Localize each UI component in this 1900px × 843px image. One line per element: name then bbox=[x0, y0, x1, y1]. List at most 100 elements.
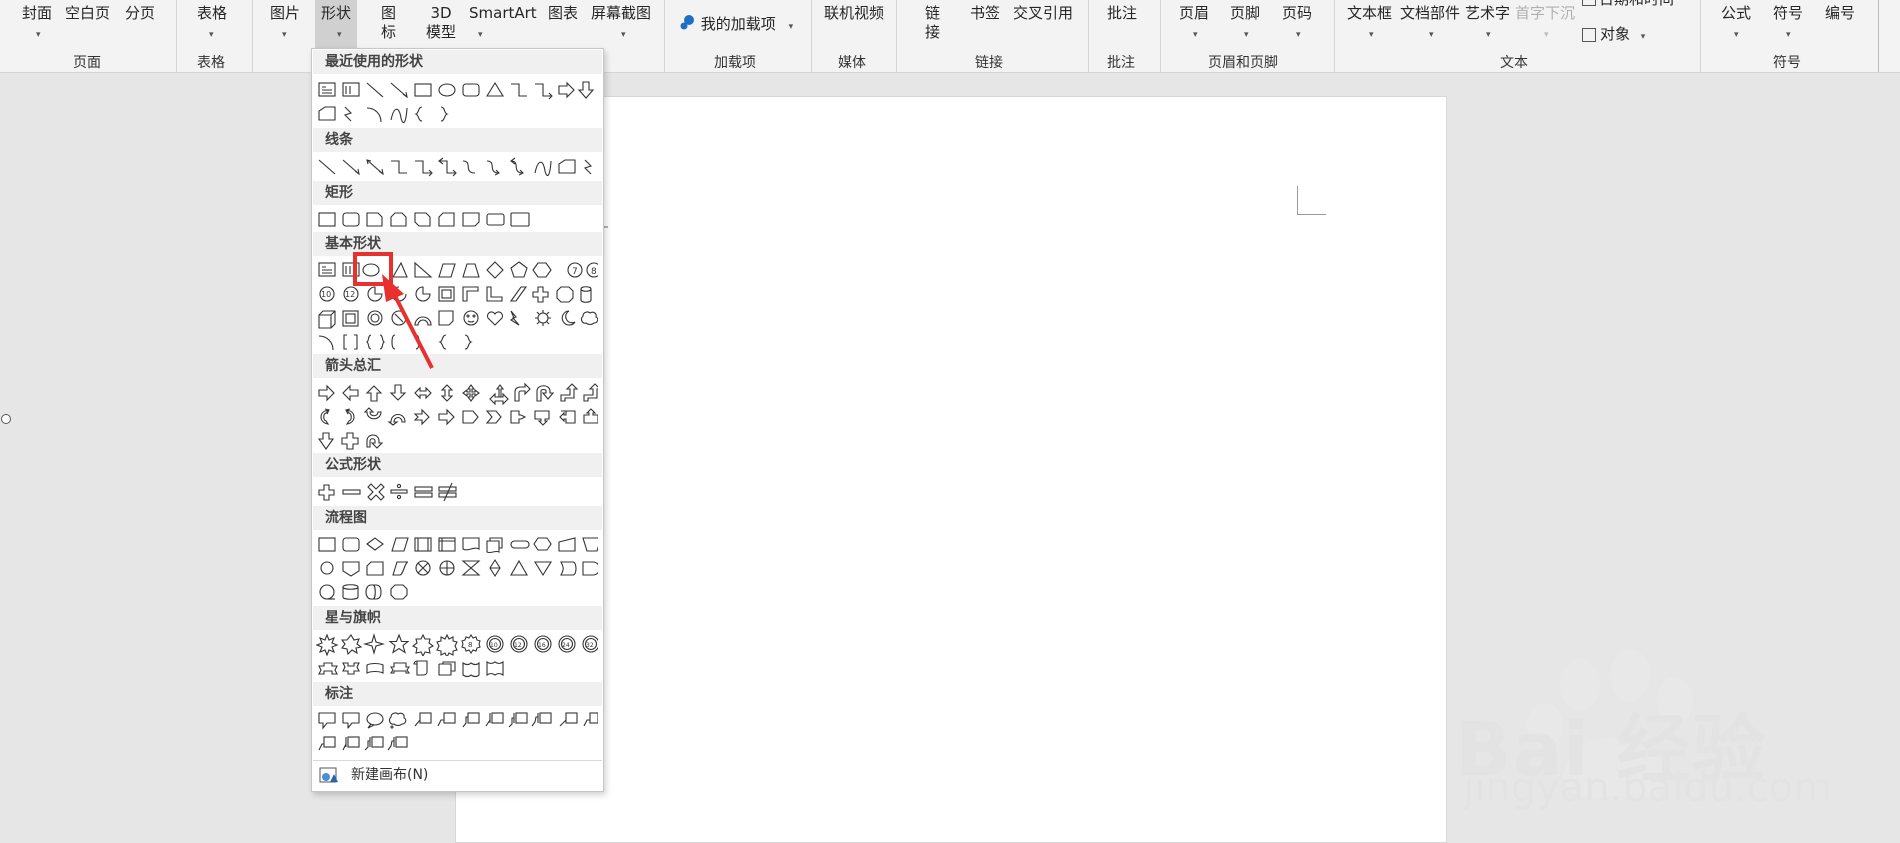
smartart-button[interactable]: SmartArt bbox=[469, 4, 537, 23]
bookmark-button[interactable]: 书签 bbox=[970, 4, 1000, 23]
chevron-down-icon[interactable]: ▾ bbox=[478, 30, 483, 40]
recent-shapes-row[interactable] bbox=[316, 102, 598, 126]
section-recent-shapes: 最近使用的形状 bbox=[313, 50, 602, 74]
chevron-down-icon[interactable]: ▾ bbox=[1244, 30, 1249, 40]
shapes-button[interactable]: 形状 bbox=[315, 0, 358, 50]
table-button[interactable]: 表格 bbox=[197, 4, 227, 23]
lines-row[interactable] bbox=[316, 155, 598, 179]
page-break-button[interactable]: 分页 bbox=[125, 4, 155, 23]
group-label-text: 文本 bbox=[1500, 55, 1528, 71]
section-stars-banners: 星与旗帜 bbox=[313, 606, 602, 630]
chevron-down-icon[interactable]: ▾ bbox=[36, 30, 41, 40]
equation-shapes-row[interactable] bbox=[316, 480, 598, 504]
svg-text:12: 12 bbox=[345, 290, 355, 299]
object-label: 对象 bbox=[1600, 25, 1631, 43]
shapes-button-label: 形状 bbox=[321, 4, 352, 22]
equation-button[interactable]: 公式 bbox=[1721, 4, 1751, 23]
block-arrows-row[interactable] bbox=[316, 381, 598, 405]
symbol-button[interactable]: 符号 bbox=[1773, 4, 1803, 23]
svg-text:8: 8 bbox=[468, 641, 472, 649]
svg-text:32: 32 bbox=[586, 642, 594, 649]
chevron-down-icon[interactable]: ▾ bbox=[1544, 30, 1549, 40]
drawing-canvas-icon bbox=[319, 767, 338, 783]
group-label-header-footer: 页眉和页脚 bbox=[1208, 55, 1278, 71]
new-drawing-canvas-button[interactable]: 新建画布(N) bbox=[313, 760, 602, 789]
object-button[interactable]: 对象 ▾ bbox=[1582, 25, 1645, 47]
shapes-dropdown-panel: 最近使用的形状 线条 矩形 基本形状 7 8 10 12 箭头总汇 公式形状 流… bbox=[311, 48, 604, 792]
chevron-down-icon[interactable]: ▾ bbox=[621, 30, 626, 40]
chevron-down-icon[interactable]: ▾ bbox=[282, 30, 287, 40]
comment-button[interactable]: 批注 bbox=[1107, 4, 1137, 23]
picture-button[interactable]: 图片 bbox=[270, 4, 300, 23]
addin-store-icon bbox=[680, 14, 696, 35]
wordart-button[interactable]: 艺术字 bbox=[1465, 4, 1510, 23]
numbering-button[interactable]: 编号 bbox=[1825, 4, 1855, 23]
icons-label-line2: 标 bbox=[381, 23, 397, 41]
link-button[interactable]: 链 接 bbox=[925, 4, 940, 42]
section-callouts: 标注 bbox=[313, 682, 602, 706]
svg-text:10: 10 bbox=[490, 642, 498, 649]
footer-button[interactable]: 页脚 bbox=[1230, 4, 1260, 23]
chevron-down-icon[interactable]: ▾ bbox=[1641, 32, 1646, 42]
chart-button[interactable]: 图表 bbox=[548, 4, 578, 23]
recent-shapes-row[interactable] bbox=[316, 78, 598, 102]
group-divider bbox=[1334, 0, 1335, 72]
quick-parts-button[interactable]: 文档部件 bbox=[1400, 4, 1460, 23]
svg-text:24: 24 bbox=[562, 642, 570, 649]
cover-page-button[interactable]: 封面 bbox=[22, 4, 52, 23]
group-label-tables: 表格 bbox=[197, 55, 225, 71]
callouts-row[interactable] bbox=[316, 708, 598, 732]
section-rectangles: 矩形 bbox=[313, 181, 602, 205]
group-divider bbox=[1700, 0, 1701, 72]
svg-text:16: 16 bbox=[538, 642, 546, 649]
chevron-down-icon[interactable]: ▾ bbox=[209, 30, 214, 40]
flowchart-row[interactable] bbox=[316, 532, 598, 556]
basic-shapes-row[interactable] bbox=[316, 306, 598, 330]
basic-shapes-row[interactable] bbox=[316, 330, 598, 354]
rectangles-row[interactable] bbox=[316, 207, 598, 231]
group-label-addins: 加载项 bbox=[714, 55, 756, 71]
section-lines: 线条 bbox=[313, 128, 602, 152]
svg-text:8: 8 bbox=[591, 267, 597, 277]
chevron-down-icon[interactable]: ▾ bbox=[1786, 30, 1791, 40]
3d-models-button[interactable]: 3D 模型 bbox=[426, 4, 456, 42]
stars-banners-row[interactable]: 8 10 12 16 24 32 bbox=[316, 632, 598, 656]
header-button[interactable]: 页眉 bbox=[1179, 4, 1209, 23]
icons-button[interactable]: 图 标 bbox=[381, 4, 396, 42]
chevron-down-icon[interactable]: ▾ bbox=[1296, 30, 1301, 40]
chevron-down-icon[interactable]: ▾ bbox=[1429, 30, 1434, 40]
page-number-button[interactable]: 页码 bbox=[1282, 4, 1312, 23]
group-label-links: 链接 bbox=[975, 55, 1003, 71]
online-video-button[interactable]: 联机视频 bbox=[824, 4, 884, 23]
date-time-button[interactable]: 日期和时间 bbox=[1582, 0, 1674, 9]
annotation-arrow-icon bbox=[382, 274, 434, 369]
chevron-down-icon[interactable]: ▾ bbox=[789, 22, 794, 32]
chevron-down-icon[interactable]: ▾ bbox=[1486, 30, 1491, 40]
text-box-button[interactable]: 文本框 bbox=[1347, 4, 1392, 23]
flowchart-row[interactable] bbox=[316, 580, 598, 604]
ruler-handle-icon[interactable] bbox=[1, 414, 11, 424]
link-label-line1: 链 bbox=[925, 4, 941, 22]
stars-banners-row[interactable] bbox=[316, 656, 598, 680]
group-label-media: 媒体 bbox=[838, 55, 866, 71]
my-addins-button[interactable]: 我的加载项 ▾ bbox=[680, 14, 793, 37]
date-time-label: 日期和时间 bbox=[1599, 0, 1674, 8]
block-arrows-row[interactable] bbox=[316, 405, 598, 429]
callouts-row[interactable] bbox=[316, 732, 598, 756]
3d-models-label-line2: 模型 bbox=[426, 23, 457, 41]
cross-reference-button[interactable]: 交叉引用 bbox=[1013, 4, 1073, 23]
group-divider bbox=[1088, 0, 1089, 72]
chevron-down-icon[interactable]: ▾ bbox=[1193, 30, 1198, 40]
margin-corner-mark bbox=[1297, 186, 1298, 215]
chevron-down-icon[interactable]: ▾ bbox=[1369, 30, 1374, 40]
screenshot-button[interactable]: 屏幕截图 bbox=[591, 4, 651, 23]
chevron-down-icon[interactable]: ▾ bbox=[1734, 30, 1739, 40]
block-arrows-row[interactable] bbox=[316, 429, 598, 453]
watermark-url: jingyan.baidu.com bbox=[1463, 765, 1833, 811]
group-label-pages: 页面 bbox=[73, 55, 101, 71]
blank-page-button[interactable]: 空白页 bbox=[65, 4, 110, 23]
drop-cap-button[interactable]: 首字下沉 bbox=[1515, 4, 1575, 23]
chevron-down-icon[interactable]: ▾ bbox=[337, 30, 342, 40]
flowchart-row[interactable] bbox=[316, 556, 598, 580]
object-icon bbox=[1582, 27, 1596, 42]
